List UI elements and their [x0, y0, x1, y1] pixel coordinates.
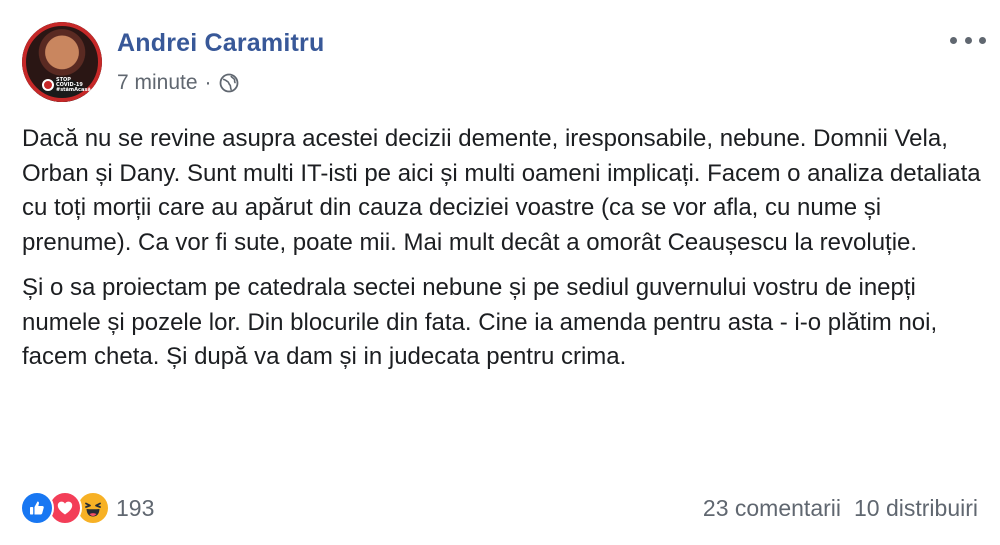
avatar-badge-text: STOP COVID-19 #stămAcasă — [56, 76, 91, 93]
post-paragraph: Dacă nu se revine asupra acestei decizii… — [22, 125, 981, 256]
globe-icon[interactable] — [219, 73, 239, 93]
post-meta: 7 minute · — [117, 70, 239, 96]
avatar-badge: STOP COVID-19 #stămAcasă — [42, 75, 91, 95]
like-icon — [20, 491, 54, 525]
virus-icon — [42, 79, 54, 91]
avatar[interactable]: STOP COVID-19 #stămAcasă — [22, 22, 102, 102]
reaction-count: 193 — [116, 494, 155, 521]
comments-link[interactable]: 23 comentarii — [703, 495, 841, 522]
more-dot — [950, 36, 957, 44]
more-dot — [964, 36, 972, 44]
more-options-icon[interactable] — [950, 32, 986, 48]
post-body: Dacă nu se revine asupra acestei decizii… — [22, 122, 982, 386]
more-dot — [979, 36, 986, 44]
post-stats: 23 comentarii 10 distribuiri — [703, 494, 978, 522]
author-name[interactable]: Andrei Caramitru — [117, 29, 324, 58]
shares-link[interactable]: 10 distribuiri — [854, 495, 978, 522]
meta-separator: · — [204, 71, 212, 94]
reactions-summary[interactable]: 193 — [20, 491, 154, 525]
facebook-post: STOP COVID-19 #stămAcasă Andrei Caramitr… — [0, 0, 1000, 545]
post-paragraph: Și o sa proiectam pe catedrala sectei ne… — [22, 274, 938, 370]
post-timestamp[interactable]: 7 minute — [117, 71, 198, 95]
